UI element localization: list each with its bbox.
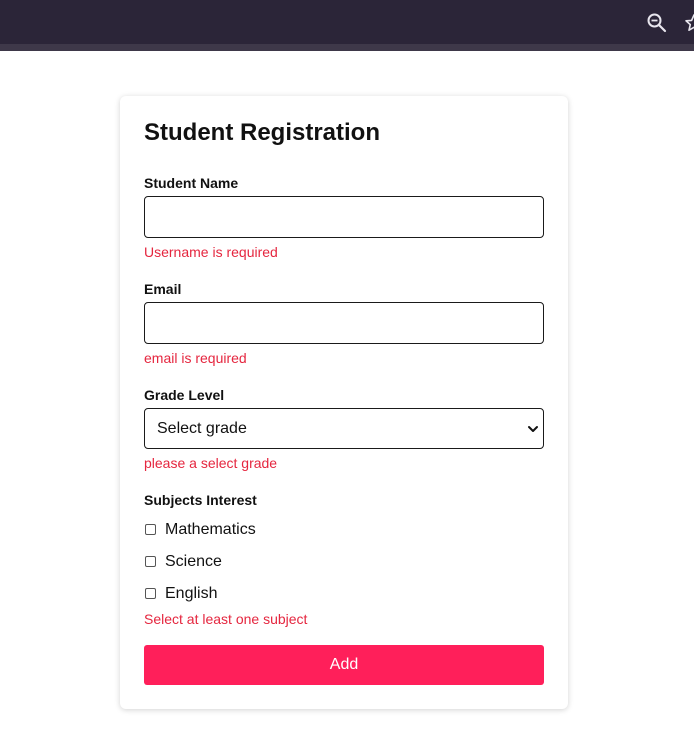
subject-option-mathematics[interactable]: Mathematics	[144, 520, 344, 540]
browser-toolbar-border	[0, 44, 694, 51]
browser-toolbar	[0, 0, 694, 44]
grade-level-label: Grade Level	[144, 387, 225, 403]
student-name-error: Username is required	[144, 244, 278, 260]
email-label: Email	[144, 281, 182, 297]
english-checkbox[interactable]	[145, 588, 156, 599]
star-icon[interactable]	[684, 13, 694, 33]
chevron-down-icon	[528, 426, 538, 432]
add-button[interactable]: Add	[144, 645, 544, 685]
science-label[interactable]: Science	[165, 552, 222, 572]
grade-level-select[interactable]: Select grade	[144, 408, 544, 449]
registration-card: Student Registration Student Name Userna…	[120, 96, 568, 709]
subject-option-science[interactable]: Science	[144, 552, 344, 572]
student-name-label: Student Name	[144, 175, 239, 191]
english-label[interactable]: English	[165, 584, 217, 604]
grade-level-selected-value: Select grade	[157, 420, 247, 437]
science-checkbox[interactable]	[145, 556, 156, 567]
student-name-input[interactable]	[144, 196, 544, 238]
email-error: email is required	[144, 350, 247, 366]
form-title: Student Registration	[144, 119, 381, 146]
mathematics-checkbox[interactable]	[145, 524, 156, 535]
subject-option-english[interactable]: English	[144, 584, 344, 604]
email-input[interactable]	[144, 302, 544, 344]
zoom-out-icon[interactable]	[646, 12, 668, 34]
subjects-error: Select at least one subject	[144, 611, 308, 627]
subjects-label: Subjects Interest	[144, 492, 257, 508]
grade-level-error: please a select grade	[144, 455, 278, 471]
mathematics-label[interactable]: Mathematics	[165, 520, 256, 540]
